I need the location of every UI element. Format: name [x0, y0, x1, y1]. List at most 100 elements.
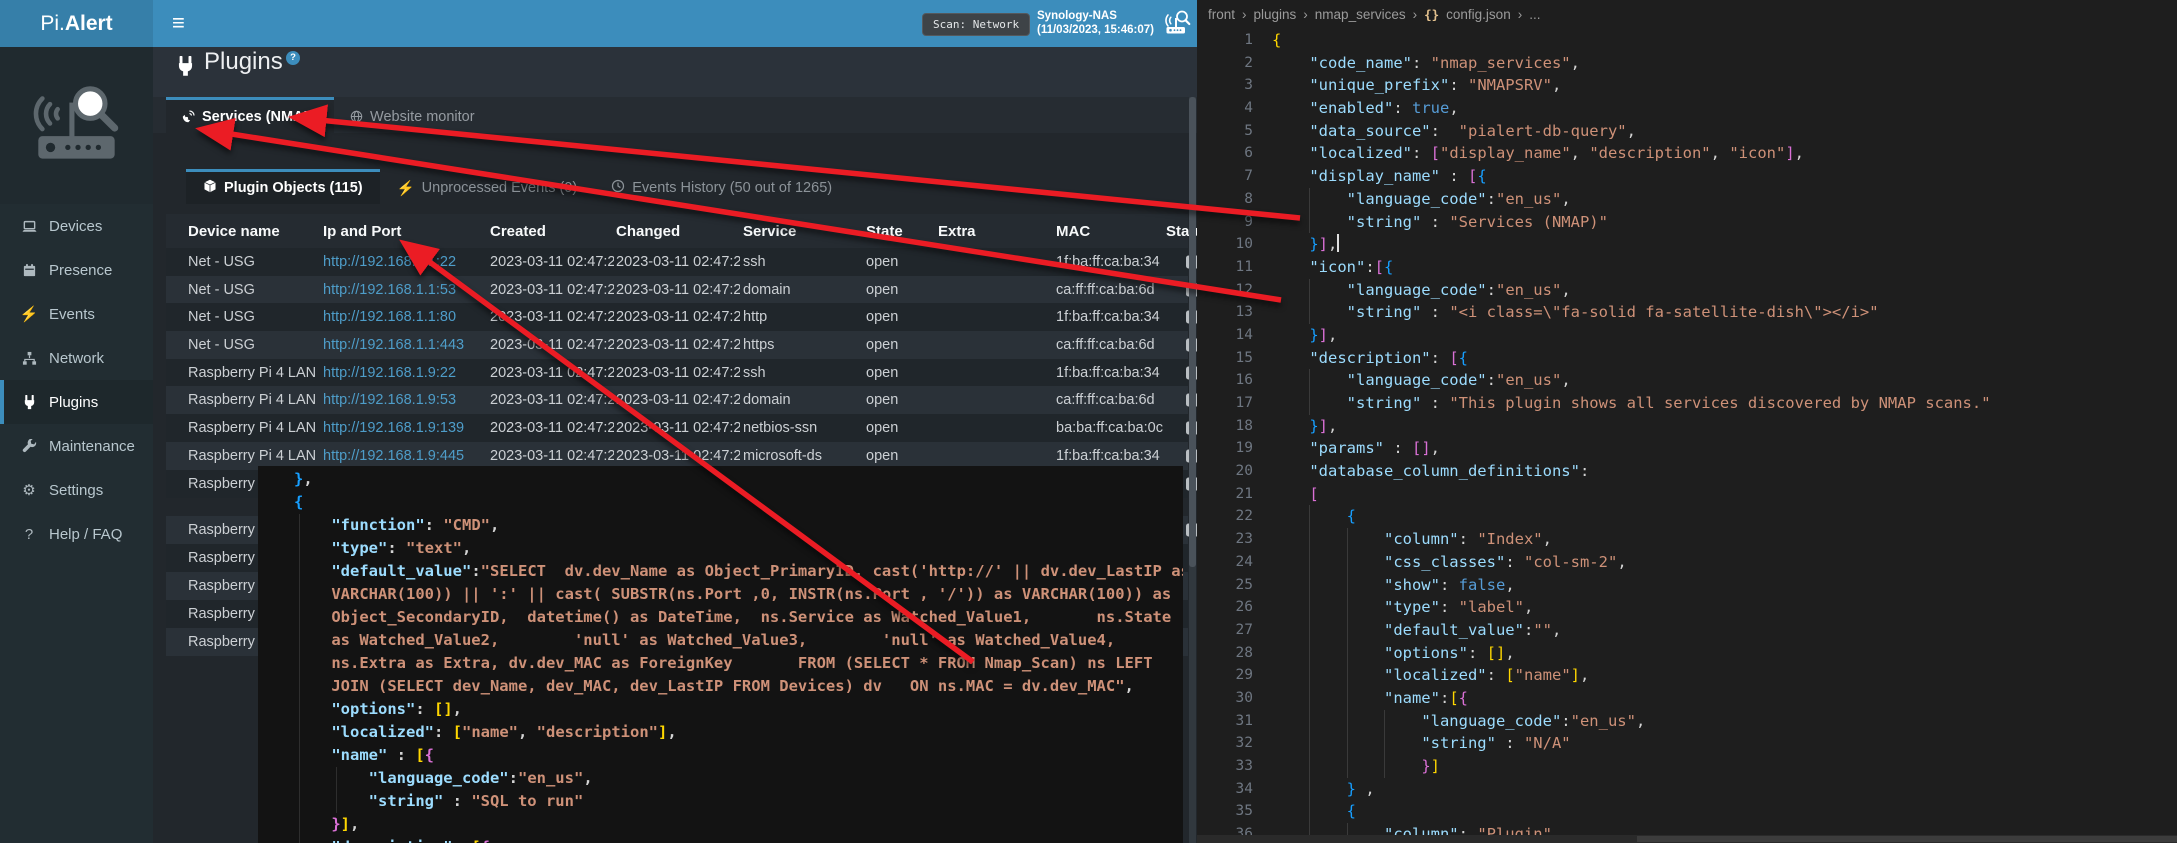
code-line: 12 "language_code":"en_us",	[1197, 279, 2177, 302]
text-cursor	[1337, 234, 1339, 252]
content-scrollbar[interactable]	[1189, 97, 1196, 843]
code-line: 24 "css_classes": "col-sm-2",	[1197, 551, 2177, 574]
column-header-state[interactable]: State	[866, 214, 936, 248]
cell-created: 2023-03-11 02:47:20	[490, 276, 614, 304]
sidebar-item-label: Settings	[49, 482, 103, 499]
cell-ip[interactable]: http://192.168.1.1:80	[323, 303, 485, 331]
sidebar-item-label: Devices	[49, 218, 102, 235]
table-row: Raspberry Pi 4 LANhttp://192.168.1.9:222…	[166, 359, 1188, 387]
snippet-code-line: "type": "text",	[258, 537, 1183, 560]
cell-state: open	[866, 331, 936, 359]
column-header-extra[interactable]: Extra	[938, 214, 1053, 248]
code-line: 26 "type": "label",	[1197, 596, 2177, 619]
gear-icon: ⚙	[16, 481, 42, 499]
cell-ip[interactable]: http://192.168.1.1:53	[323, 276, 485, 304]
breadcrumb-separator: ›	[1303, 7, 1308, 22]
cell-service: domain	[743, 386, 863, 414]
page-title: Plugins	[204, 48, 283, 76]
help-badge[interactable]: ?	[286, 51, 300, 65]
column-header-changed[interactable]: Changed	[616, 214, 740, 248]
snippet-code-line: Object_SecondaryID, datetime() as DateTi…	[258, 606, 1183, 629]
code-line: 16 "language_code":"en_us",	[1197, 369, 2177, 392]
content-scrollbar-thumb[interactable]	[1189, 97, 1196, 567]
sidebar-item-network[interactable]: Network	[0, 336, 153, 380]
cell-state: open	[866, 359, 936, 387]
code-line: 2 "code_name": "nmap_services",	[1197, 52, 2177, 75]
column-header-service[interactable]: Service	[743, 214, 863, 248]
cell-state: open	[866, 414, 936, 442]
line-number: 23	[1197, 528, 1253, 551]
sidebar-item-help-faq[interactable]: ?Help / FAQ	[0, 512, 153, 556]
column-header-mac[interactable]: MAC	[1056, 214, 1163, 248]
cell-service: ssh	[743, 248, 863, 276]
breadcrumb-item[interactable]: {}config.json	[1424, 7, 1511, 22]
column-header-ip-and-port[interactable]: Ip and Port	[323, 214, 485, 248]
cell-changed: 2023-03-11 02:47:20	[616, 276, 740, 304]
cell-mac: 1f:ba:ff:ca:ba:34	[1056, 303, 1163, 331]
snippet-code-line: "string" : "SQL to run"	[258, 790, 1183, 813]
line-number: 17	[1197, 392, 1253, 415]
line-number: 7	[1197, 165, 1253, 188]
section-tabs: Plugin Objects (115)⚡Unprocessed Events …	[186, 169, 849, 204]
code-line: 6 "localized": ["display_name", "descrip…	[1197, 142, 2177, 165]
laptop-icon	[16, 219, 42, 234]
code-line: 13 "string" : "<i class=\"fa-solid fa-sa…	[1197, 301, 2177, 324]
code-line: 15 "description": [{	[1197, 347, 2177, 370]
line-number: 18	[1197, 415, 1253, 438]
sidebar-item-label: Maintenance	[49, 438, 135, 455]
cell-mac: 1f:ba:ff:ca:ba:34	[1056, 359, 1163, 387]
code-line: 11 "icon":[{	[1197, 256, 2177, 279]
sidebar-nav: Devices Presence⚡EventsNetworkPlugins Main…	[0, 204, 153, 556]
brand-logo[interactable]: Pi.Alert	[0, 0, 153, 47]
breadcrumb-item[interactable]: nmap_services	[1315, 7, 1406, 22]
column-header-device-name[interactable]: Device name	[188, 214, 320, 248]
sidebar-item-settings[interactable]: ⚙ Settings	[0, 468, 153, 512]
breadcrumb-separator: ›	[1518, 7, 1523, 22]
vscode-editor: front›plugins›nmap_services›{}config.jso…	[1197, 0, 2177, 843]
cell-ip[interactable]: http://192.168.1.1:22	[323, 248, 485, 276]
line-number: 15	[1197, 347, 1253, 370]
breadcrumb-item[interactable]: plugins	[1254, 7, 1297, 22]
sidebar-item-events[interactable]: ⚡Events	[0, 292, 153, 336]
snippet-code-line: "options": [],	[258, 698, 1183, 721]
code-line: 1{	[1197, 29, 2177, 52]
code-line: 4 "enabled": true,	[1197, 97, 2177, 120]
editor-hscroll-thumb[interactable]	[1637, 836, 2177, 842]
sidebar-toggle-icon[interactable]: ≡	[164, 8, 193, 38]
snippet-code-line: "function": "CMD",	[258, 514, 1183, 537]
table-row: Raspberry Pi 4 LANhttp://192.168.1.9:139…	[166, 414, 1188, 442]
breadcrumb-item[interactable]: ...	[1529, 7, 1540, 22]
clock-icon	[611, 179, 625, 197]
tab-services-nmap-[interactable]: Services (NMAP)	[166, 97, 334, 133]
tab-events-history-50-out-of-1265-[interactable]: Events History (50 out of 1265)	[594, 169, 849, 204]
host-info[interactable]: Synology-NAS (11/03/2023, 15:46:07)	[1037, 9, 1154, 37]
line-number: 32	[1197, 732, 1253, 755]
sidebar-item-maintenance[interactable]: Maintenance	[0, 424, 153, 468]
cell-ip[interactable]: http://192.168.1.1:443	[323, 331, 485, 359]
cell-mac: ba:ba:ff:ca:ba:0c	[1056, 414, 1163, 442]
editor-code-area[interactable]: 1{2 "code_name": "nmap_services",3 "uniq…	[1197, 29, 2177, 843]
line-number: 34	[1197, 778, 1253, 801]
cell-ip[interactable]: http://192.168.1.9:139	[323, 414, 485, 442]
sql-config-snippet: },{ "function": "CMD", "type": "text", "…	[258, 466, 1183, 843]
editor-horizontal-scrollbar[interactable]	[1197, 835, 2177, 843]
cell-ip[interactable]: http://192.168.1.9:53	[323, 386, 485, 414]
cell-ip[interactable]: http://192.168.1.9:22	[323, 359, 485, 387]
cell-mac: ca:ff:ff:ca:ba:6d	[1056, 276, 1163, 304]
breadcrumb-item[interactable]: front	[1208, 7, 1235, 22]
cell-created: 2023-03-11 02:47:20	[490, 331, 614, 359]
tab-unprocessed-events-0-[interactable]: ⚡Unprocessed Events (0)	[380, 169, 595, 204]
tab-plugin-objects-115-[interactable]: Plugin Objects (115)	[186, 169, 380, 204]
sidebar-item-presence[interactable]: Presence	[0, 248, 153, 292]
column-header-created[interactable]: Created	[490, 214, 614, 248]
sidebar-item-plugins[interactable]: Plugins	[0, 380, 153, 424]
calendar-icon	[16, 263, 42, 278]
code-line: 14 }],	[1197, 324, 2177, 347]
tab-label: Services (NMAP)	[202, 109, 318, 125]
table-row: Net - USGhttp://192.168.1.1:532023-03-11…	[166, 276, 1188, 304]
plug-icon	[175, 56, 196, 77]
tab-website-monitor[interactable]: Website monitor	[334, 97, 491, 133]
code-line: 9 "string" : "Services (NMAP)"	[1197, 211, 2177, 234]
code-line: 3 "unique_prefix": "NMAPSRV",	[1197, 74, 2177, 97]
sidebar-item-devices[interactable]: Devices	[0, 204, 153, 248]
